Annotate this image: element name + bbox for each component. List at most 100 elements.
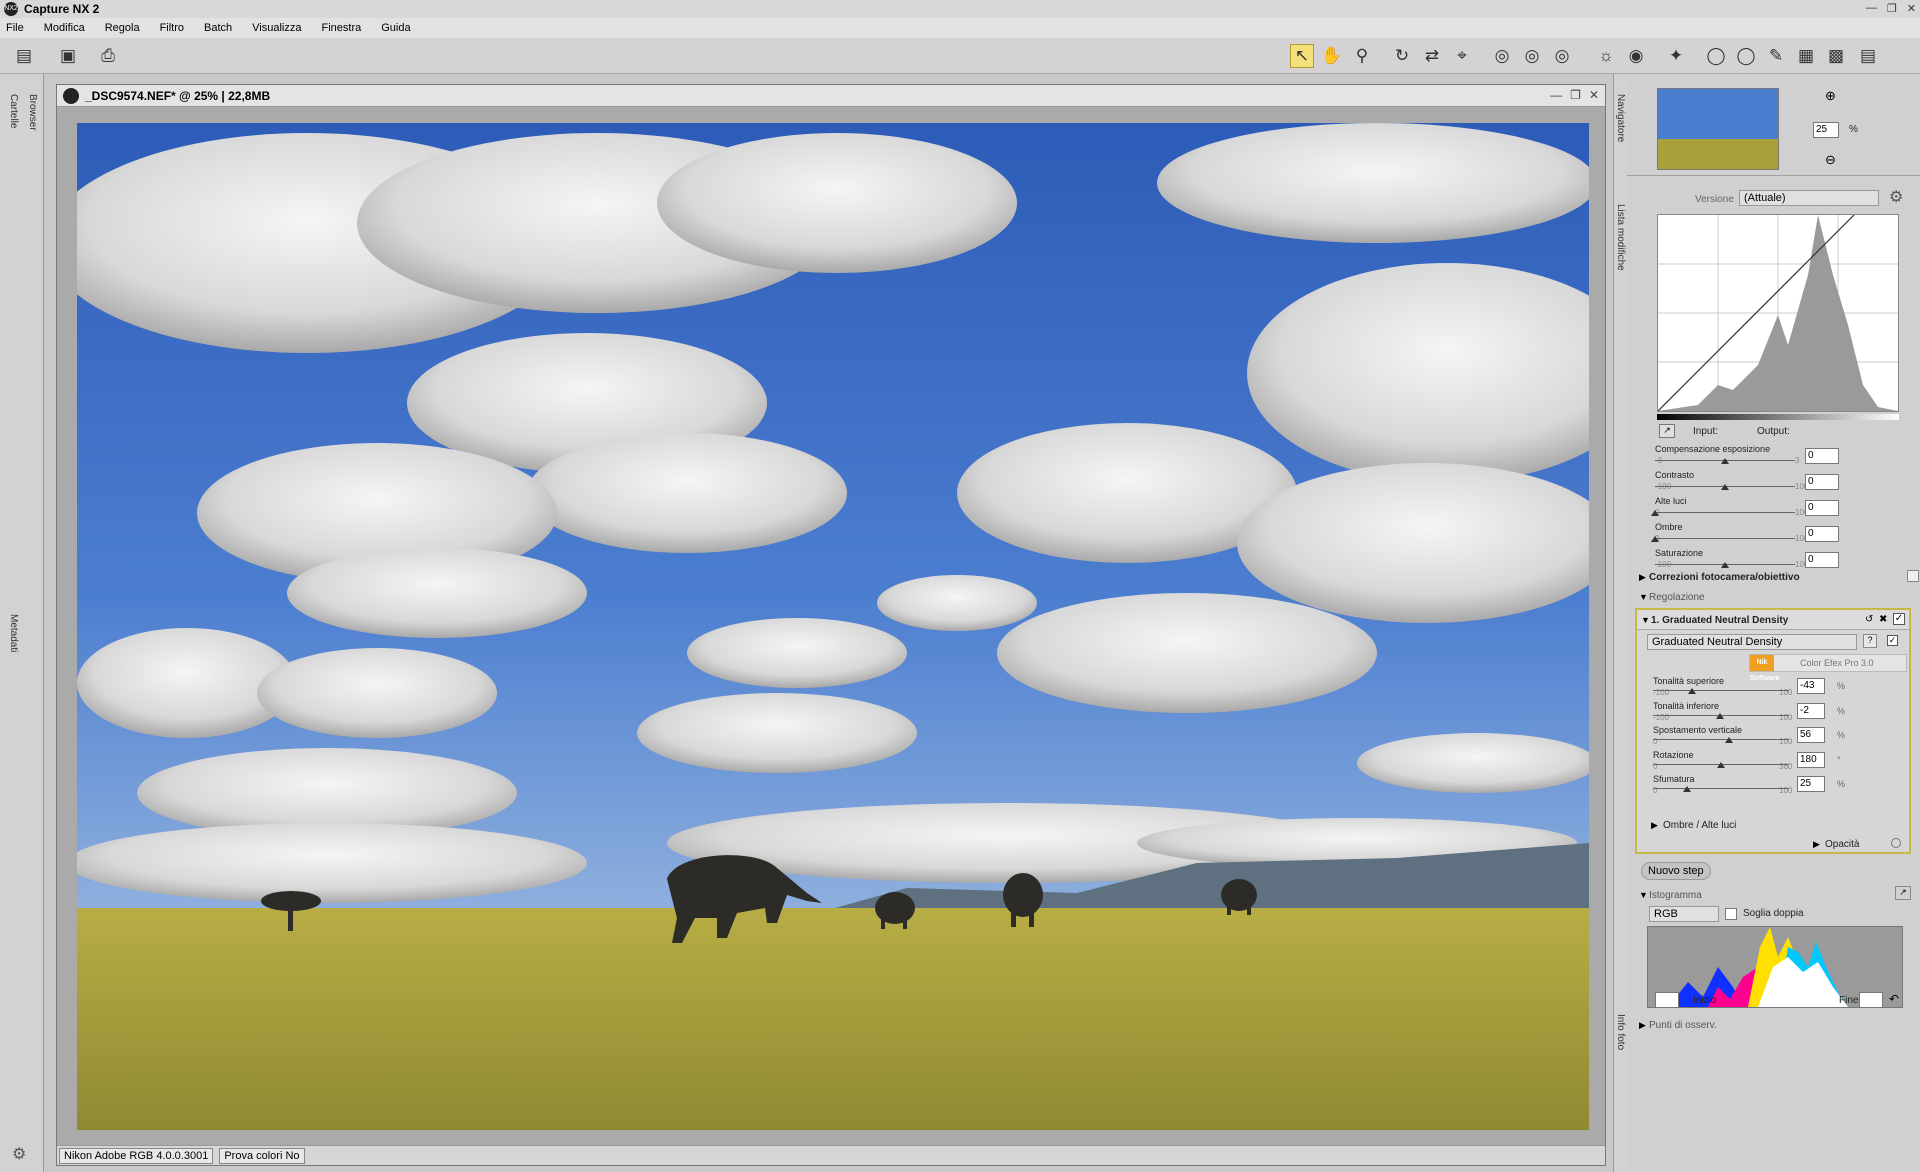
menu-modifica[interactable]: Modifica [44, 22, 85, 34]
histogram-tool-icon[interactable]: ↗ [1895, 886, 1911, 900]
curves-graph[interactable] [1657, 214, 1899, 412]
slider-thumb[interactable] [1651, 510, 1659, 516]
reset-icon[interactable]: ↶ [1889, 992, 1899, 1006]
zoom-icon[interactable]: ⚲ [1350, 44, 1374, 68]
shadows-highlights-arrow-icon[interactable]: ▶ [1651, 820, 1658, 831]
doc-restore-icon[interactable]: ❐ [1570, 88, 1581, 102]
new-step-button[interactable]: Nuovo step [1641, 862, 1711, 880]
step-delete-icon[interactable]: ✖ [1879, 614, 1887, 625]
slider-thumb[interactable] [1721, 458, 1729, 464]
start-input[interactable] [1655, 992, 1679, 1008]
slider-value-input[interactable]: 0 [1805, 552, 1839, 568]
hand-icon[interactable]: ✋ [1320, 44, 1344, 68]
filter-slider-track[interactable] [1653, 788, 1789, 789]
camera-corrections-header[interactable]: Correzioni fotocamera/obiettivo [1649, 572, 1800, 583]
control-point-black-icon[interactable]: ◎ [1490, 44, 1514, 68]
version-select[interactable]: (Attuale) [1739, 190, 1879, 206]
slider-track[interactable] [1655, 538, 1795, 539]
observation-expand-icon[interactable]: ▶ [1639, 1020, 1646, 1031]
filter-slider-value-input[interactable]: 180 [1797, 752, 1825, 768]
navigator-thumbnail[interactable] [1657, 88, 1779, 170]
slider-thumb[interactable] [1721, 484, 1729, 490]
tab-browser[interactable]: Browser [27, 94, 38, 131]
channel-select[interactable]: RGB [1649, 906, 1719, 922]
menu-visualizza[interactable]: Visualizza [252, 22, 301, 34]
eye-icon[interactable]: ◉ [1624, 44, 1648, 68]
filter-slider-value-input[interactable]: -2 [1797, 703, 1825, 719]
step-enable-checkbox[interactable]: ✓ [1893, 613, 1905, 625]
settings-gear-icon[interactable]: ⚙ [1889, 187, 1903, 207]
slider-value-input[interactable]: 0 [1805, 500, 1839, 516]
minimize-icon[interactable]: — [1866, 2, 1877, 15]
arrow-select-icon[interactable]: ↖ [1290, 44, 1314, 68]
menu-regola[interactable]: Regola [105, 22, 140, 34]
tab-cartelle[interactable]: Cartelle [8, 94, 19, 128]
toggle-panels-icon[interactable]: ▤ [12, 44, 36, 68]
tab-navigatore[interactable]: Navigatore [1615, 94, 1626, 142]
filter-select[interactable]: Graduated Neutral Density [1647, 634, 1857, 650]
filter-slider-value-input[interactable]: -43 [1797, 678, 1825, 694]
zoom-input[interactable]: 25 [1813, 122, 1839, 138]
crop-icon[interactable]: ⌖ [1450, 44, 1474, 68]
camera-corrections-checkbox[interactable] [1907, 570, 1919, 582]
proof-colors[interactable]: Prova colori No [219, 1147, 305, 1164]
filter-slider-thumb[interactable] [1716, 713, 1724, 719]
gradient-icon[interactable]: ▦ [1794, 44, 1818, 68]
tab-lista-modifiche[interactable]: Lista modifiche [1615, 204, 1626, 271]
filter-slider-thumb[interactable] [1683, 786, 1691, 792]
menu-guida[interactable]: Guida [381, 22, 410, 34]
red-eye-icon[interactable]: ☼ [1594, 44, 1618, 68]
print-icon[interactable]: ⎙ [96, 44, 120, 68]
close-icon[interactable]: ✕ [1907, 2, 1916, 15]
step-reset-icon[interactable]: ↺ [1865, 614, 1873, 625]
lasso-selection-icon[interactable]: ◯ [1704, 44, 1728, 68]
tab-info-foto[interactable]: Info foto [1615, 1014, 1626, 1050]
auto-retouch-icon[interactable]: ✦ [1664, 44, 1688, 68]
filter-slider-thumb[interactable] [1688, 688, 1696, 694]
more-tools-icon[interactable]: ▤ [1856, 44, 1880, 68]
slider-thumb[interactable] [1651, 536, 1659, 542]
fill-icon[interactable]: ▩ [1824, 44, 1848, 68]
menu-batch[interactable]: Batch [204, 22, 232, 34]
menu-finestra[interactable]: Finestra [321, 22, 361, 34]
marquee-selection-icon[interactable]: ◯ [1734, 44, 1758, 68]
doc-minimize-icon[interactable]: — [1550, 88, 1562, 102]
doc-close-icon[interactable]: ✕ [1589, 88, 1599, 102]
filter-slider-value-input[interactable]: 25 [1797, 776, 1825, 792]
tab-metadati[interactable]: Metadati [8, 614, 19, 652]
observation-points-label[interactable]: Punti di osserv. [1649, 1020, 1717, 1031]
shadows-highlights-label[interactable]: Ombre / Alte luci [1663, 820, 1736, 831]
filter-enable-checkbox[interactable]: ✓ [1887, 635, 1898, 646]
end-input[interactable] [1859, 992, 1883, 1008]
double-threshold-checkbox[interactable] [1725, 908, 1737, 920]
slider-value-input[interactable]: 0 [1805, 448, 1839, 464]
rotate-icon[interactable]: ↻ [1390, 44, 1414, 68]
restore-icon[interactable]: ❐ [1887, 2, 1897, 15]
gear-icon[interactable]: ⚙ [12, 1144, 26, 1164]
step-title[interactable]: 1. Graduated Neutral Density [1651, 615, 1788, 626]
slider-thumb[interactable] [1721, 562, 1729, 568]
opacity-arrow-icon[interactable]: ▶ [1813, 839, 1820, 850]
opacity-icon[interactable] [1891, 838, 1901, 848]
filter-slider-thumb[interactable] [1717, 762, 1725, 768]
slider-value-input[interactable]: 0 [1805, 526, 1839, 542]
filter-slider-value-input[interactable]: 56 [1797, 727, 1825, 743]
photo-canvas[interactable] [77, 123, 1589, 1130]
curve-tool-icon[interactable]: ↗ [1659, 424, 1675, 438]
zoom-in-icon[interactable]: ⊕ [1825, 88, 1836, 104]
control-point-neutral-icon[interactable]: ◎ [1550, 44, 1574, 68]
slider-value-input[interactable]: 0 [1805, 474, 1839, 490]
slider-track[interactable] [1655, 512, 1795, 513]
menu-file[interactable]: File [6, 22, 24, 34]
zoom-out-icon[interactable]: ⊖ [1825, 152, 1836, 168]
filter-slider-thumb[interactable] [1725, 737, 1733, 743]
filter-slider-track[interactable] [1653, 690, 1789, 691]
step-collapse-icon[interactable]: ▼ [1641, 615, 1650, 625]
straighten-icon[interactable]: ⇄ [1420, 44, 1444, 68]
help-icon[interactable]: ? [1863, 634, 1877, 648]
brush-icon[interactable]: ✎ [1764, 44, 1788, 68]
filter-slider-track[interactable] [1653, 739, 1789, 740]
collapse-arrow-icon[interactable]: ▼ [1639, 592, 1648, 602]
camera-icon[interactable]: ▣ [56, 44, 80, 68]
opacity-label[interactable]: Opacità [1825, 839, 1859, 850]
